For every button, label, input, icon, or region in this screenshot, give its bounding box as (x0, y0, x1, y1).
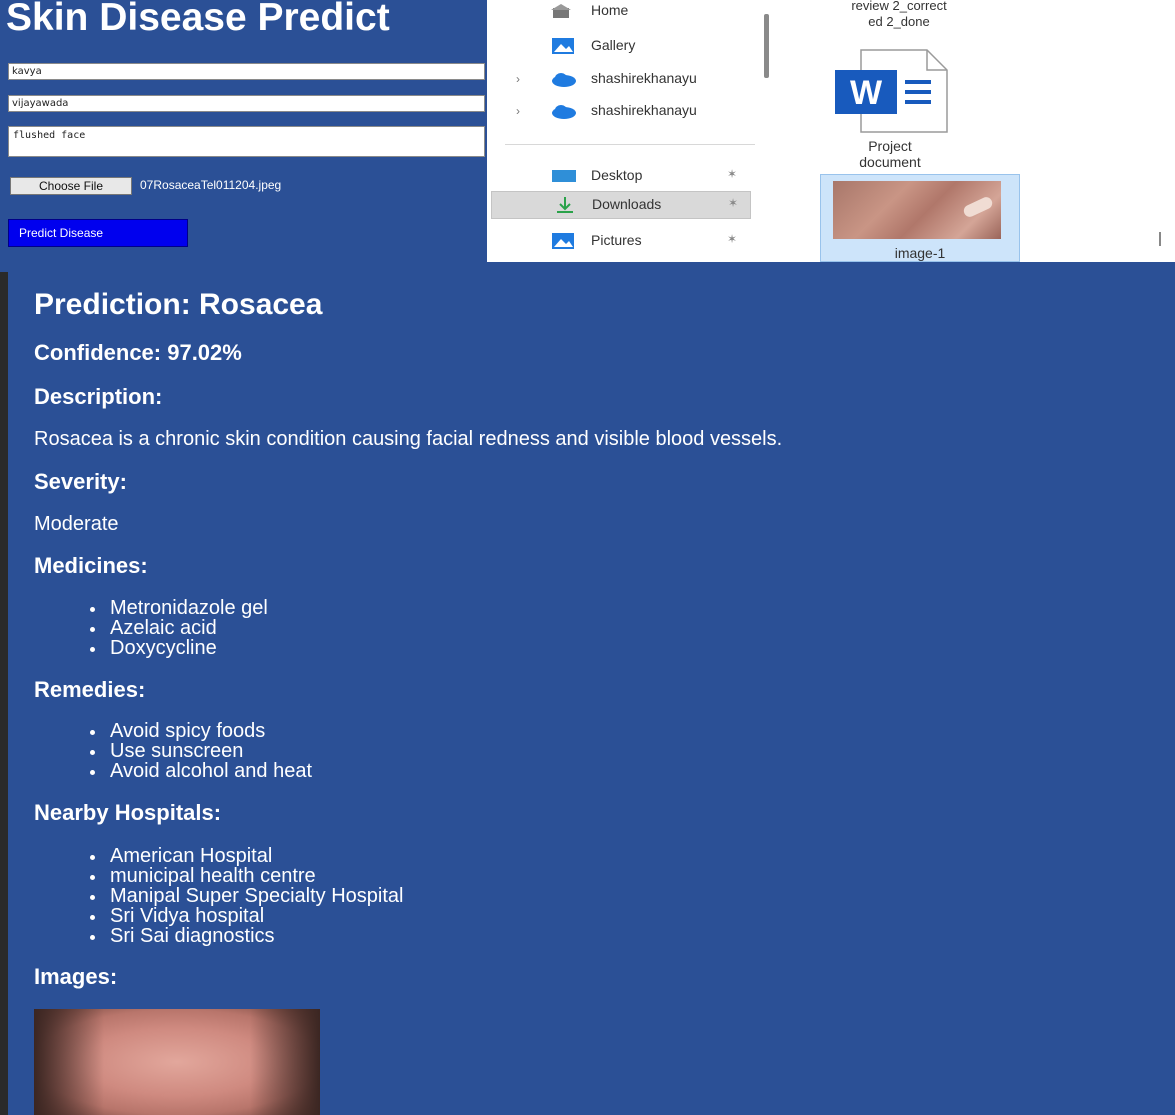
list-item: Azelaic acid (90, 618, 268, 638)
explorer-navigation-pane: Home Gallery › shashirekhanayu › shashir… (487, 0, 769, 262)
image-file-tile[interactable]: image-1 (820, 174, 1020, 262)
prediction-form: Skin Disease Predict kavya vijayawada fl… (0, 0, 487, 262)
result-panel: Prediction: Rosacea Confidence: 97.02% D… (0, 262, 1175, 1115)
svg-text:W: W (850, 74, 883, 112)
doc-caption[interactable]: Project document (829, 138, 951, 170)
nav-label-onedrive-1: shashirekhanayu (591, 70, 697, 86)
severity-text: Moderate (34, 513, 119, 535)
nav-item-desktop[interactable]: Desktop ✶ (487, 163, 755, 191)
nav-label-home: Home (591, 2, 629, 18)
chevron-right-icon[interactable]: › (516, 72, 520, 86)
list-item: Avoid spicy foods (90, 721, 312, 741)
list-item: Manipal Super Specialty Hospital (90, 886, 404, 906)
predict-disease-button[interactable]: Predict Disease (8, 219, 188, 247)
images-heading: Images: (34, 964, 118, 989)
onedrive-cloud-icon (551, 70, 577, 88)
nav-item-home[interactable]: Home (487, 2, 755, 30)
nav-item-downloads[interactable]: Downloads ✶ (491, 191, 751, 219)
list-item: Metronidazole gel (90, 598, 268, 618)
chevron-right-icon[interactable]: › (516, 104, 520, 118)
nav-label-onedrive-2: shashirekhanayu (591, 102, 697, 118)
name-input[interactable]: kavya (8, 63, 485, 80)
scrollbar-thumb[interactable] (1159, 232, 1161, 246)
list-item: municipal health centre (90, 866, 404, 886)
medicines-heading: Medicines: (34, 553, 148, 578)
nav-label-downloads: Downloads (592, 196, 662, 212)
symptoms-textarea[interactable]: flushed face (8, 126, 485, 157)
image-file-caption: image-1 (894, 245, 946, 261)
prev-file-caption[interactable]: review 2_correct ed 2_done (799, 0, 999, 30)
list-item: Sri Vidya hospital (90, 906, 404, 926)
nav-label-gallery: Gallery (591, 37, 636, 53)
list-item: Use sunscreen (90, 741, 312, 761)
prev-file-caption-line1: review 2_correct (851, 0, 947, 13)
description-heading: Description: (34, 384, 163, 409)
doc-caption-line1: Project (868, 138, 912, 154)
location-input[interactable]: vijayawada (8, 95, 485, 112)
pin-icon[interactable]: ✶ (728, 196, 738, 210)
pin-icon[interactable]: ✶ (727, 232, 737, 246)
confidence-heading: Confidence: 97.02% (34, 340, 242, 365)
hospitals-list: American Hospital municipal health centr… (90, 846, 404, 946)
image-thumbnail (833, 181, 1001, 239)
remedies-list: Avoid spicy foods Use sunscreen Avoid al… (90, 721, 312, 781)
list-item: American Hospital (90, 846, 404, 866)
nav-label-desktop: Desktop (591, 167, 643, 183)
download-arrow-icon (552, 196, 578, 214)
list-item: Sri Sai diagnostics (90, 926, 404, 946)
list-item: Doxycycline (90, 638, 268, 658)
word-document-icon[interactable]: W (831, 46, 951, 136)
result-skin-image (34, 1009, 320, 1115)
nav-item-onedrive-1[interactable]: › shashirekhanayu (487, 66, 755, 94)
pin-icon[interactable]: ✶ (727, 167, 737, 181)
nav-item-onedrive-2[interactable]: › shashirekhanayu (487, 98, 755, 126)
prev-file-caption-line2: ed 2_done (868, 14, 930, 29)
desktop-icon (551, 167, 577, 185)
choose-file-button[interactable]: Choose File (10, 177, 132, 195)
nav-divider (505, 144, 755, 145)
result-left-border (0, 272, 8, 1115)
home-icon (549, 4, 575, 22)
explorer-file-area: review 2_correct ed 2_done W Project doc… (769, 0, 1175, 262)
nav-item-gallery[interactable]: Gallery (487, 33, 755, 61)
medicines-list: Metronidazole gel Azelaic acid Doxycycli… (90, 598, 268, 658)
pictures-icon (551, 232, 577, 250)
top-strip: Skin Disease Predict kavya vijayawada fl… (0, 0, 1175, 262)
selected-file-name: 07RosaceaTel011204.jpeg (140, 178, 282, 192)
remedies-heading: Remedies: (34, 677, 146, 702)
severity-heading: Severity: (34, 469, 127, 494)
description-text: Rosacea is a chronic skin condition caus… (34, 428, 783, 450)
onedrive-cloud-icon (551, 102, 577, 120)
hospitals-heading: Nearby Hospitals: (34, 800, 222, 825)
doc-caption-line2: document (859, 154, 921, 170)
nav-item-pictures[interactable]: Pictures ✶ (487, 228, 755, 256)
prediction-title: Prediction: Rosacea (34, 288, 323, 321)
gallery-icon (551, 37, 577, 55)
form-title: Skin Disease Predict (6, 0, 390, 39)
nav-label-pictures: Pictures (591, 232, 642, 248)
list-item: Avoid alcohol and heat (90, 761, 312, 781)
